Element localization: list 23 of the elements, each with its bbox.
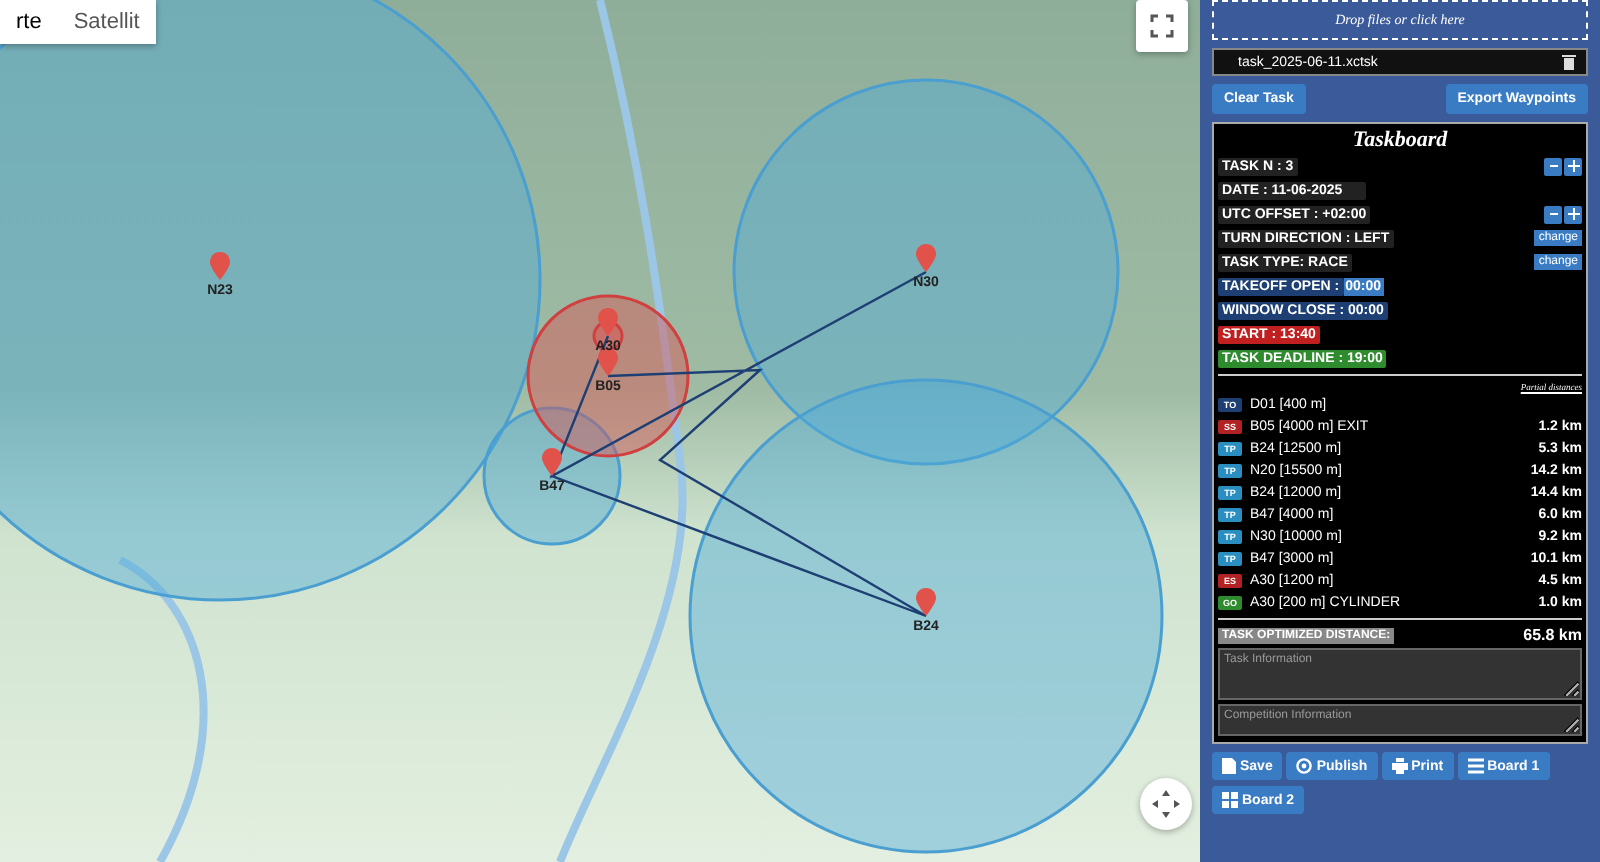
map-type-tab[interactable]: rte xyxy=(0,0,58,44)
fullscreen-icon xyxy=(1150,14,1174,38)
map-type-tab[interactable]: Satellit xyxy=(57,0,156,44)
increment-button[interactable] xyxy=(1564,157,1582,175)
map-pin-icon[interactable] xyxy=(598,348,618,376)
trash-icon[interactable] xyxy=(1562,54,1576,70)
plus-icon xyxy=(1567,208,1579,220)
grid-icon xyxy=(1222,792,1238,808)
taskboard-title: Taskboard xyxy=(1350,128,1450,152)
print-icon xyxy=(1391,758,1408,774)
total-distance: 65.8 km xyxy=(1523,626,1582,644)
plus-icon xyxy=(1567,160,1579,172)
map-pin-icon[interactable] xyxy=(542,448,562,476)
file-icon xyxy=(1222,758,1236,774)
decrement-button[interactable] xyxy=(1544,205,1562,223)
target-icon xyxy=(1296,758,1313,774)
decrement-button[interactable] xyxy=(1544,157,1562,175)
fullscreen-button[interactable] xyxy=(1136,0,1188,52)
pan-button[interactable] xyxy=(1140,778,1192,830)
map-pin-icon[interactable] xyxy=(916,588,936,616)
increment-button[interactable] xyxy=(1564,205,1582,223)
four-arrows-icon xyxy=(1152,790,1180,818)
list-icon xyxy=(1467,758,1484,774)
